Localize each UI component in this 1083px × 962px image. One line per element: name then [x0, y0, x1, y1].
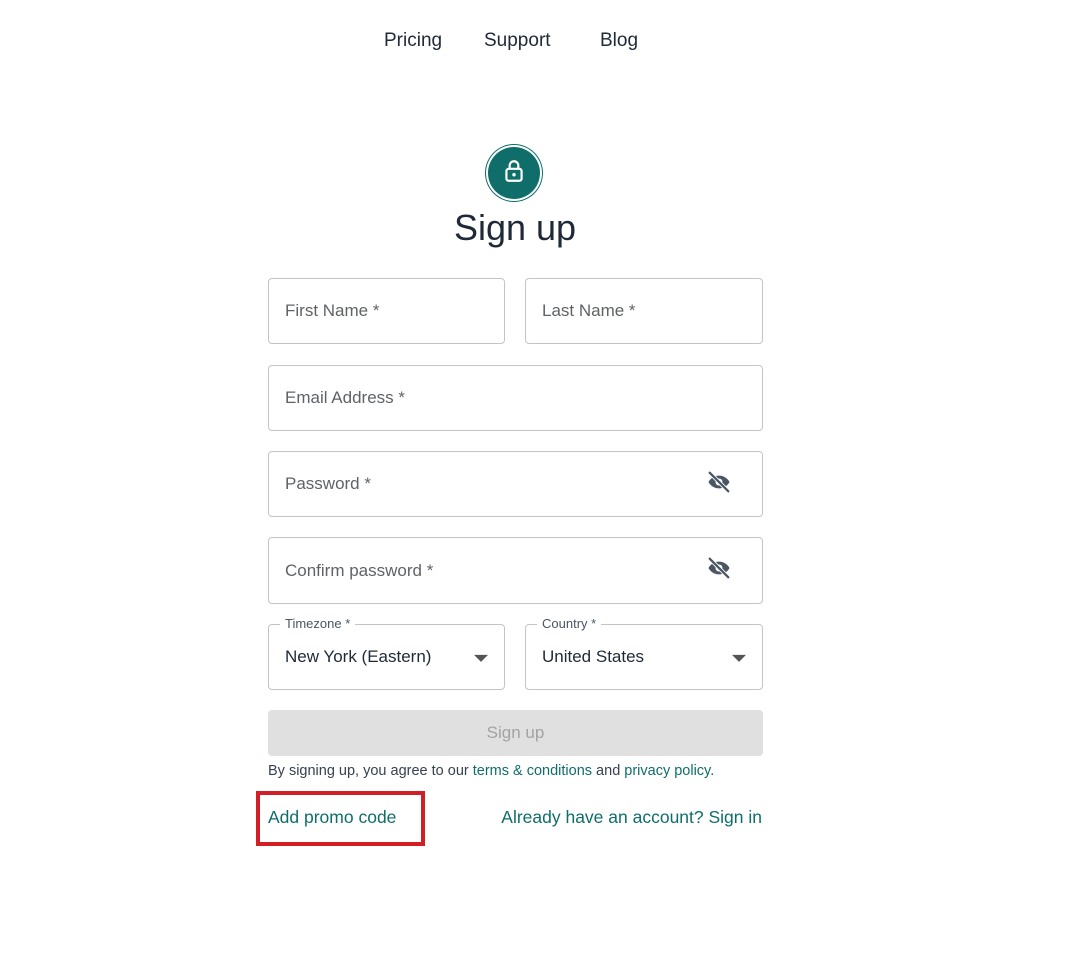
eye-off-icon — [705, 468, 733, 501]
email-placeholder: Email Address * — [285, 388, 405, 407]
timezone-value: New York (Eastern) — [285, 647, 432, 666]
page-title: Sign up — [453, 207, 577, 248]
email-field[interactable]: Email Address * — [268, 365, 763, 431]
terms-middle: and — [592, 763, 625, 779]
terms-suffix: . — [710, 763, 715, 779]
terms-conditions-link[interactable]: terms & conditions — [473, 763, 592, 779]
chevron-down-icon — [732, 654, 746, 662]
lock-badge — [488, 147, 540, 199]
lock-icon — [501, 158, 527, 189]
country-label: Country * — [537, 615, 602, 633]
nav-pricing-link[interactable]: Pricing — [384, 29, 442, 53]
privacy-policy-link[interactable]: privacy policy — [624, 763, 710, 779]
nav-blog-link[interactable]: Blog — [600, 29, 638, 53]
sign-in-link[interactable]: Already have an account? Sign in — [501, 806, 762, 828]
country-value: United States — [542, 647, 645, 666]
timezone-label: Timezone * — [280, 615, 356, 633]
first-name-field[interactable]: First Name * — [268, 278, 505, 344]
terms-prefix: By signing up, you agree to our — [268, 763, 473, 779]
sign-up-button[interactable]: Sign up — [268, 710, 763, 756]
add-promo-code-link[interactable]: Add promo code — [268, 806, 396, 828]
eye-off-icon — [705, 554, 733, 587]
timezone-select[interactable]: Timezone * New York (Eastern) — [268, 615, 505, 690]
terms-notice: By signing up, you agree to our terms & … — [268, 761, 714, 781]
last-name-field[interactable]: Last Name * — [525, 278, 763, 344]
country-select[interactable]: Country * United States — [525, 615, 763, 690]
confirm-password-field[interactable]: Confirm password * — [268, 537, 763, 604]
last-name-placeholder: Last Name * — [542, 301, 636, 320]
password-visibility-toggle[interactable] — [704, 469, 734, 499]
chevron-down-icon — [474, 654, 488, 662]
confirm-password-visibility-toggle[interactable] — [704, 556, 734, 586]
password-placeholder: Password * — [285, 474, 371, 493]
password-field[interactable]: Password * — [268, 451, 763, 517]
first-name-placeholder: First Name * — [285, 301, 380, 320]
nav-support-link[interactable]: Support — [484, 29, 551, 53]
confirm-password-placeholder: Confirm password * — [285, 560, 434, 580]
